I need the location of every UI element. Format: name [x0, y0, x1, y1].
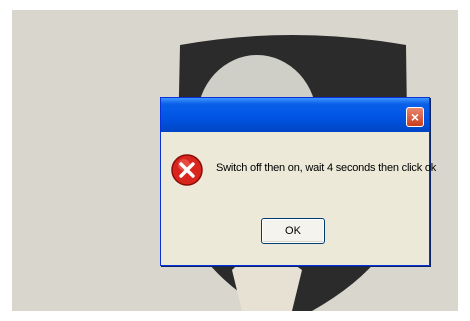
ok-button[interactable]: OK [261, 218, 325, 244]
close-button[interactable]: × [406, 107, 424, 127]
dialog-titlebar: × [161, 98, 429, 132]
error-icon [171, 154, 203, 186]
dialog-message: Switch off then on, wait 4 seconds then … [216, 162, 437, 174]
close-icon: × [410, 109, 420, 125]
error-dialog: × Switch off then on, wait 4 seconds the… [160, 97, 436, 266]
ok-button-label: OK [285, 225, 301, 237]
